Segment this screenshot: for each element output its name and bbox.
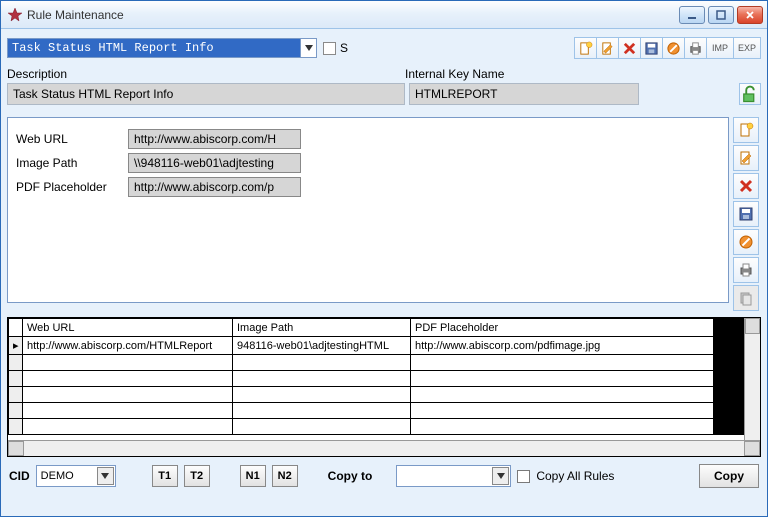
grid-header-imagepath[interactable]: Image Path [233,319,411,337]
t2-button[interactable]: T2 [184,465,210,487]
grid-cell-pdf[interactable]: http://www.abiscorp.com/pdfimage.jpg [411,337,714,355]
scroll-left-icon[interactable] [8,441,24,456]
side-new-button[interactable] [733,117,759,143]
image-path-input[interactable]: \\948116-web01\adjtesting [128,153,301,173]
n1-button[interactable]: N1 [240,465,266,487]
side-save-button[interactable] [733,201,759,227]
delete-button[interactable] [618,37,641,59]
horizontal-scrollbar[interactable] [8,440,760,456]
pdf-placeholder-input[interactable]: http://www.abiscorp.com/p [128,177,301,197]
topbar: Task Status HTML Report Info S IMP EXP [7,35,761,61]
pdf-placeholder-label: PDF Placeholder [16,180,128,194]
scroll-up-icon[interactable] [745,318,760,334]
side-print-button[interactable] [733,257,759,283]
grid-cell-weburl[interactable]: http://www.abiscorp.com/HTMLReport [23,337,233,355]
description-input[interactable]: Task Status HTML Report Info [7,83,405,105]
grid-cell-imagepath[interactable]: 948116-web01\adjtestingHTML [233,337,411,355]
vertical-scrollbar[interactable] [744,318,760,440]
unlock-icon [740,84,760,104]
editor-area: Web URL http://www.abiscorp.com/H Image … [7,117,761,311]
grid-header-pdf[interactable]: PDF Placeholder [411,319,714,337]
dropdown-arrow-icon[interactable] [300,38,317,58]
new-button[interactable] [574,37,597,59]
dropdown-arrow-icon[interactable] [492,467,509,485]
close-button[interactable] [737,6,763,24]
print-button[interactable] [684,37,707,59]
description-label: Description [7,67,405,81]
image-path-label: Image Path [16,156,128,170]
export-button[interactable]: EXP [733,37,761,59]
copy-all-label: Copy All Rules [536,469,614,483]
side-delete-button[interactable] [733,173,759,199]
app-icon [7,7,23,23]
dropdown-arrow-icon[interactable] [97,467,114,485]
top-toolbar: IMP EXP [574,37,761,59]
copyto-label: Copy to [328,469,373,483]
cid-dropdown[interactable]: DEMO [36,465,116,487]
field-labels-row: Description Internal Key Name [7,67,761,81]
lock-button[interactable] [739,83,761,105]
row-marker-icon: ▸ [9,337,23,355]
copyto-dropdown[interactable] [396,465,511,487]
maximize-button[interactable] [708,6,734,24]
internal-key-input[interactable]: HTMLREPORT [409,83,639,105]
copy-button[interactable]: Copy [699,464,759,488]
rules-grid[interactable]: Web URL Image Path PDF Placeholder ▸ htt… [7,317,761,457]
cancel-button[interactable] [662,37,685,59]
grid-header-row: Web URL Image Path PDF Placeholder [9,319,760,337]
window-title: Rule Maintenance [27,8,676,22]
scroll-right-icon[interactable] [744,441,760,456]
editor-frame: Web URL http://www.abiscorp.com/H Image … [7,117,729,303]
grid-area: Web URL Image Path PDF Placeholder ▸ htt… [7,317,761,457]
grid-row[interactable]: ▸ http://www.abiscorp.com/HTMLReport 948… [9,337,760,355]
internal-key-label: Internal Key Name [405,67,761,81]
rule-dropdown-text: Task Status HTML Report Info [7,38,300,58]
s-checkbox[interactable] [323,42,336,55]
bottombar: CID DEMO T1 T2 N1 N2 Copy to Copy All Ru… [7,461,761,491]
n2-button[interactable]: N2 [272,465,298,487]
s-label: S [340,41,348,55]
titlebar: Rule Maintenance [1,1,767,29]
field-inputs-row: Task Status HTML Report Info HTMLREPORT [7,83,761,105]
side-toolbar [733,117,761,311]
rule-maintenance-window: Rule Maintenance Task Status HTML Report… [0,0,768,517]
import-button[interactable]: IMP [706,37,734,59]
side-cancel-button[interactable] [733,229,759,255]
content-area: Task Status HTML Report Info S IMP EXP D… [1,29,767,516]
side-edit-button[interactable] [733,145,759,171]
grid-header-weburl[interactable]: Web URL [23,319,233,337]
web-url-label: Web URL [16,132,128,146]
t1-button[interactable]: T1 [152,465,178,487]
web-url-input[interactable]: http://www.abiscorp.com/H [128,129,301,149]
cid-label: CID [9,469,30,483]
side-copy-button[interactable] [733,285,759,311]
minimize-button[interactable] [679,6,705,24]
save-button[interactable] [640,37,663,59]
edit-button[interactable] [596,37,619,59]
copy-all-checkbox[interactable] [517,470,530,483]
cid-value: DEMO [41,470,74,482]
rule-dropdown[interactable]: Task Status HTML Report Info [7,38,317,58]
